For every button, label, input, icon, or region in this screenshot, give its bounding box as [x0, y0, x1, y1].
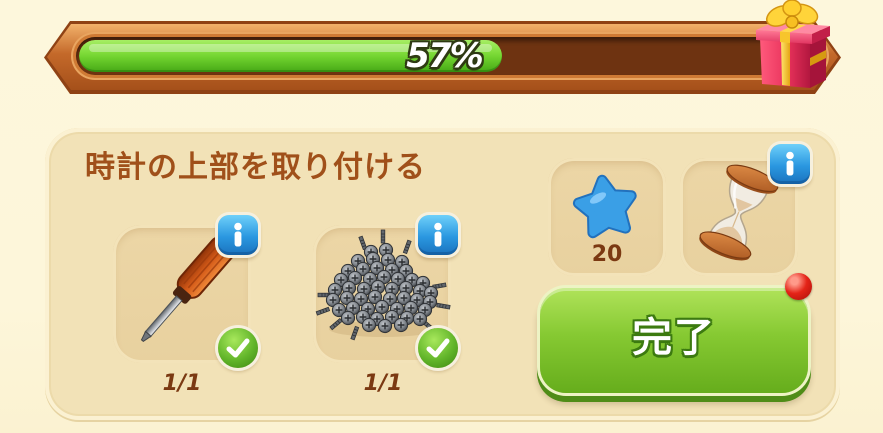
info-icon [234, 222, 242, 247]
task-title: 時計の上部を取り付ける [85, 150, 426, 185]
complete-button[interactable]: 完了 [540, 288, 808, 393]
task-panel: 時計の上部を取り付ける 1/1 1/1 20 完了 [45, 128, 840, 420]
checkmark-icon [218, 328, 258, 368]
star-cost-slot: 20 [548, 158, 666, 276]
gift-box-icon[interactable] [750, 0, 832, 90]
info-icon [786, 151, 794, 176]
checkmark-glyph [226, 338, 250, 358]
complete-button-label: 完了 [632, 315, 716, 361]
info-button-duration[interactable] [770, 144, 810, 184]
info-icon [434, 222, 442, 247]
info-button-screws[interactable] [418, 215, 458, 255]
progress-percent-label: 57% [406, 36, 483, 76]
progress-track: 57% [76, 37, 824, 75]
info-button-screwdriver[interactable] [218, 215, 258, 255]
item-count-screwdriver: 1/1 [162, 371, 202, 396]
checkmark-glyph [426, 338, 450, 358]
game-screen: 57% 時計の上部を取り付ける 1/1 1/1 20 完了 [0, 0, 883, 433]
item-count-screws: 1/1 [363, 371, 403, 396]
checkmark-icon [418, 328, 458, 368]
star-cost-amount: 20 [591, 242, 623, 267]
red-dot-icon [785, 273, 812, 300]
